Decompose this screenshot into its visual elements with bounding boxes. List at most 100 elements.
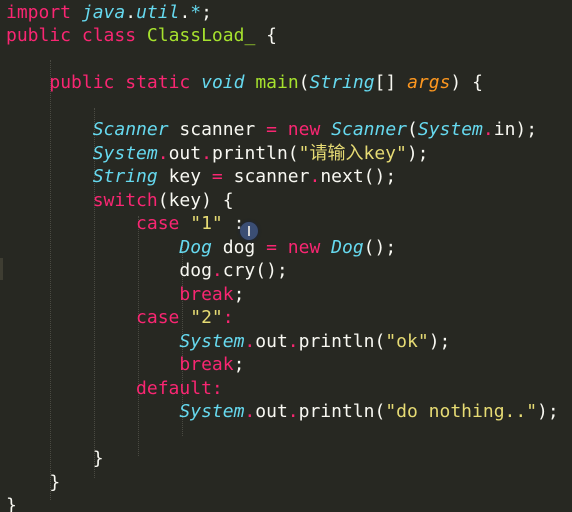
code-line[interactable]: break; <box>6 353 244 377</box>
code-token: import <box>6 2 72 23</box>
code-token: System <box>179 331 245 352</box>
code-token: ( <box>298 72 310 93</box>
code-token: case <box>136 213 180 234</box>
code-line[interactable]: public class ClassLoad_ { <box>6 24 277 48</box>
code-line[interactable]: switch(key) { <box>6 189 234 213</box>
code-line[interactable]: } <box>6 471 60 495</box>
code-token: : <box>222 307 234 328</box>
code-token: : <box>211 378 223 399</box>
code-token: Dog <box>179 237 212 258</box>
code-token: println( <box>298 331 386 352</box>
code-line[interactable]: System.out.println("请输入key"); <box>6 142 429 166</box>
code-token: . <box>179 2 191 23</box>
code-line[interactable]: case "2": <box>6 306 234 330</box>
code-token: System <box>92 143 158 164</box>
code-token: String <box>309 72 375 93</box>
code-token: { <box>255 25 277 46</box>
code-line[interactable]: Scanner scanner = new Scanner(System.in)… <box>6 118 537 142</box>
code-token: System <box>179 401 245 422</box>
code-token: . <box>309 166 321 187</box>
code-token: args <box>407 72 451 93</box>
code-token: * <box>190 2 202 23</box>
code-token: static <box>125 72 191 93</box>
code-token: (key) { <box>157 190 234 211</box>
code-line[interactable]: Dog dog = new Dog(); <box>6 236 396 260</box>
code-token: println( <box>298 401 386 422</box>
text-cursor-icon <box>248 226 250 236</box>
code-line[interactable]: dog.cry(); <box>6 259 287 283</box>
code-editor[interactable]: import java.util.*; public class ClassLoa… <box>0 0 572 512</box>
code-token: next(); <box>320 166 397 187</box>
code-token: . <box>125 2 137 23</box>
code-line[interactable]: public static void main(String[] args) { <box>6 71 483 95</box>
code-token: dog <box>211 237 267 258</box>
code-token: "1" <box>190 213 223 234</box>
code-token: "2" <box>190 307 223 328</box>
code-line[interactable]: case "1" : <box>6 212 244 236</box>
code-token: break <box>179 284 234 305</box>
code-token: java <box>81 2 126 23</box>
code-token: void <box>201 72 245 93</box>
code-token: switch <box>92 190 158 211</box>
code-token: } <box>6 448 104 469</box>
code-line[interactable]: break; <box>6 283 244 307</box>
code-token: scanner <box>168 119 267 140</box>
code-token: out <box>168 143 202 164</box>
code-token: . <box>244 331 256 352</box>
code-token: ( <box>407 119 418 140</box>
code-token: ); <box>406 143 429 164</box>
code-token: in); <box>493 119 538 140</box>
code-token: . <box>482 119 494 140</box>
code-token: ClassLoad_ <box>146 25 256 46</box>
code-token: main <box>255 72 299 93</box>
code-token: util <box>136 2 180 23</box>
code-token: . <box>201 143 212 164</box>
code-token: "请输入key" <box>298 143 407 164</box>
code-token: break <box>179 354 234 375</box>
code-line[interactable]: } <box>6 494 17 512</box>
code-line[interactable]: import java.util.*; <box>6 1 212 25</box>
code-token: . <box>287 331 299 352</box>
code-token: . <box>287 401 299 422</box>
code-token: ; <box>201 2 212 23</box>
code-token: public <box>6 25 72 46</box>
code-token: String <box>92 166 158 187</box>
code-token: . <box>157 143 169 164</box>
code-token: ); <box>428 331 451 352</box>
code-token: out <box>255 331 288 352</box>
code-token: (); <box>363 237 397 258</box>
code-token: class <box>81 25 137 46</box>
code-line[interactable]: default: <box>6 377 223 401</box>
code-token: dog <box>6 260 212 281</box>
code-line[interactable]: String key = scanner.next(); <box>6 165 396 189</box>
code-token: = <box>211 166 223 187</box>
code-token: ; <box>233 354 245 375</box>
code-token: "do nothing.." <box>385 401 538 422</box>
code-line[interactable]: } <box>6 447 104 471</box>
gutter-marker <box>0 258 3 280</box>
code-line[interactable]: System.out.println("ok"); <box>6 330 450 354</box>
code-token: public <box>49 72 115 93</box>
code-line[interactable]: System.out.println("do nothing.."); <box>6 400 558 424</box>
code-token: ; <box>233 284 245 305</box>
code-token: Dog <box>331 237 364 258</box>
